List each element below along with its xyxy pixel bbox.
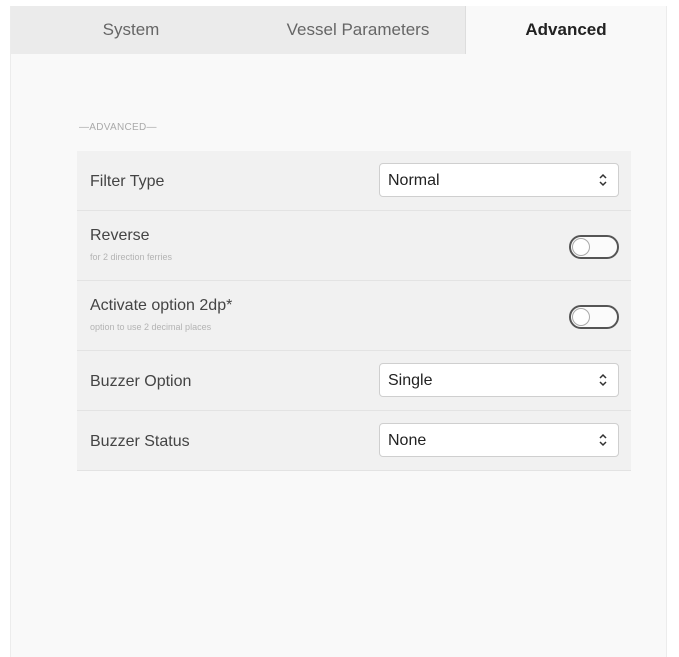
tab-vessel-parameters[interactable]: Vessel Parameters — [251, 6, 466, 54]
buzzer-option-select[interactable]: Single — [379, 363, 619, 397]
buzzer-status-row: Buzzer Status None — [77, 411, 631, 471]
buzzer-status-label: Buzzer Status — [90, 433, 190, 450]
settings-list: Filter Type Normal Reverse for 2 directi… — [77, 151, 631, 471]
buzzer-status-select[interactable]: None — [379, 423, 619, 457]
filter-type-row: Filter Type Normal — [77, 151, 631, 211]
toggle-knob — [572, 238, 590, 256]
reverse-row: Reverse for 2 direction ferries — [77, 211, 631, 281]
tab-bar: System Vessel Parameters Advanced — [11, 6, 666, 54]
option-2dp-row: Activate option 2dp* option to use 2 dec… — [77, 281, 631, 351]
option-2dp-label: Activate option 2dp* — [90, 297, 233, 314]
option-2dp-toggle[interactable] — [569, 305, 619, 329]
chevron-up-down-icon — [599, 173, 607, 187]
filter-type-value: Normal — [388, 172, 440, 189]
buzzer-option-row: Buzzer Option Single — [77, 351, 631, 411]
tab-advanced[interactable]: Advanced — [466, 6, 666, 54]
toggle-knob — [572, 308, 590, 326]
buzzer-option-label: Buzzer Option — [90, 373, 192, 390]
reverse-toggle[interactable] — [569, 235, 619, 259]
reverse-label: Reverse — [90, 227, 150, 244]
chevron-up-down-icon — [599, 433, 607, 447]
settings-panel: System Vessel Parameters Advanced —ADVAN… — [10, 6, 667, 657]
buzzer-status-value: None — [388, 432, 427, 449]
chevron-up-down-icon — [599, 373, 607, 387]
buzzer-option-value: Single — [388, 372, 433, 389]
option-2dp-description: option to use 2 decimal places — [90, 322, 212, 332]
filter-type-label: Filter Type — [90, 173, 165, 190]
tab-system[interactable]: System — [11, 6, 251, 54]
reverse-description: for 2 direction ferries — [90, 252, 173, 262]
section-heading: —ADVANCED— — [79, 122, 157, 133]
filter-type-select[interactable]: Normal — [379, 163, 619, 197]
